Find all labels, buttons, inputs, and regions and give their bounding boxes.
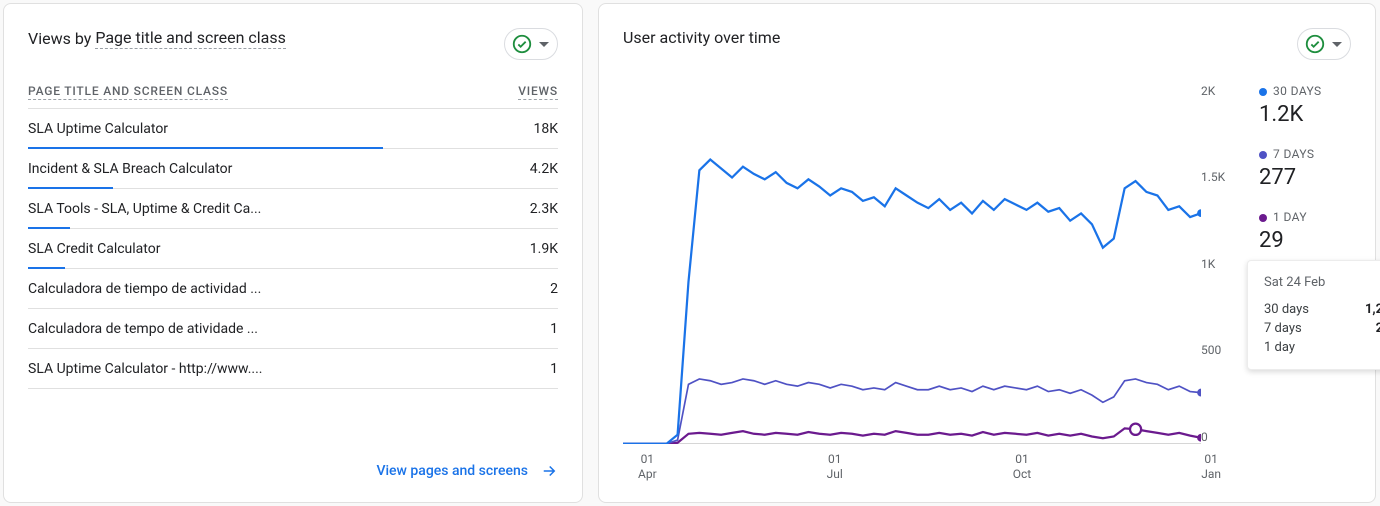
chart-end-dot xyxy=(1197,389,1201,397)
arrow-right-icon xyxy=(540,462,558,480)
table-row[interactable]: SLA Uptime Calculator - http://www.... 1 xyxy=(28,349,558,389)
activity-card-header: User activity over time xyxy=(623,28,1351,60)
x-tick: 01Oct xyxy=(1013,452,1031,483)
table-row[interactable]: Calculadora de tempo de atividade ... 1 xyxy=(28,309,558,349)
row-label: SLA Uptime Calculator - http://www.... xyxy=(28,361,263,377)
y-tick: 2K xyxy=(1201,84,1241,98)
row-label: SLA Tools - SLA, Uptime & Credit Ca... xyxy=(28,201,261,217)
x-tick: 01Jan xyxy=(1201,452,1221,483)
view-pages-link[interactable]: View pages and screens xyxy=(376,462,558,480)
card-controls xyxy=(1297,28,1351,60)
chart-end-dot xyxy=(1197,434,1201,442)
table-row[interactable]: SLA Uptime Calculator 18K xyxy=(28,109,558,149)
activity-title-text: User activity over time xyxy=(623,28,780,47)
table-row[interactable]: SLA Credit Calculator 1.9K xyxy=(28,229,558,269)
line-chart-svg xyxy=(623,84,1201,444)
col-label-metric[interactable]: VIEWS xyxy=(518,84,558,100)
y-tick: 500 xyxy=(1201,343,1241,357)
legend-label: 1 DAY xyxy=(1273,210,1307,224)
legend-value: 277 xyxy=(1259,165,1351,190)
row-label: Calculadora de tempo de atividade ... xyxy=(28,321,258,337)
x-tick: 01Apr xyxy=(638,452,657,483)
chevron-down-icon xyxy=(1332,42,1342,47)
title-dimension[interactable]: Page title and screen class xyxy=(95,28,286,49)
table-row[interactable]: Incident & SLA Breach Calculator 4.2K xyxy=(28,149,558,189)
legend-label: 7 DAYS xyxy=(1273,147,1314,161)
chart-area[interactable]: 2K 1.5K 1K 500 0 01Apr 01Jul 01Oct 01Jan xyxy=(623,84,1241,483)
row-label: SLA Credit Calculator xyxy=(28,241,160,257)
chart-end-dot xyxy=(1197,209,1201,217)
legend-value: 1.2K xyxy=(1259,102,1351,127)
table-row[interactable]: SLA Tools - SLA, Uptime & Credit Ca... 2.… xyxy=(28,189,558,229)
row-views: 1.9K xyxy=(530,241,558,257)
y-tick: 0 xyxy=(1201,430,1241,444)
chevron-down-icon xyxy=(539,42,549,47)
title-metric: Views xyxy=(28,29,71,48)
row-views: 1 xyxy=(550,321,558,337)
row-label: Incident & SLA Breach Calculator xyxy=(28,161,232,177)
verify-dropdown[interactable] xyxy=(504,28,558,60)
legend-item[interactable]: 1 DAY 29 xyxy=(1259,210,1351,253)
row-views: 4.2K xyxy=(530,161,558,177)
title-by: by xyxy=(75,29,91,48)
check-circle-icon xyxy=(1304,33,1326,55)
legend-label: 30 DAYS xyxy=(1273,84,1322,98)
chart-svg-box xyxy=(623,84,1201,444)
activity-card-title: User activity over time xyxy=(623,28,780,47)
views-card: Views by Page title and screen class PAG… xyxy=(3,3,583,503)
row-views: 2.3K xyxy=(530,201,558,217)
view-pages-label: View pages and screens xyxy=(376,463,528,479)
tooltip-row: 7 days284 xyxy=(1264,321,1380,336)
chart-series-line xyxy=(623,160,1201,444)
tooltip-row: 30 days1,282 xyxy=(1264,302,1380,317)
table-row[interactable]: Calculadora de tiempo de actividad ... 2 xyxy=(28,269,558,309)
x-tick: 01Jul xyxy=(827,452,843,483)
chart-tooltip: Sat 24 Feb 30 days1,282 7 days284 1 day33 xyxy=(1247,260,1380,370)
views-card-header: Views by Page title and screen class xyxy=(28,28,558,60)
y-tick: 1K xyxy=(1201,257,1241,271)
legend-item[interactable]: 30 DAYS 1.2K xyxy=(1259,84,1351,127)
row-label: SLA Uptime Calculator xyxy=(28,121,168,137)
card-controls xyxy=(504,28,558,60)
legend-value: 29 xyxy=(1259,228,1351,253)
chart-series-line xyxy=(623,428,1201,443)
row-views: 2 xyxy=(550,281,558,297)
check-circle-icon xyxy=(511,33,533,55)
row-views: 1 xyxy=(550,361,558,377)
tooltip-row: 1 day33 xyxy=(1264,340,1380,355)
chart-wrap: 2K 1.5K 1K 500 0 01Apr 01Jul 01Oct 01Jan 30 DAY… xyxy=(623,84,1351,483)
y-axis: 2K 1.5K 1K 500 0 xyxy=(1201,84,1241,444)
legend-item[interactable]: 7 DAYS 277 xyxy=(1259,147,1351,190)
tooltip-date: Sat 24 Feb xyxy=(1264,275,1380,290)
table-body: SLA Uptime Calculator 18K Incident & SLA B… xyxy=(28,109,558,389)
x-axis: 01Apr 01Jul 01Oct 01Jan xyxy=(623,452,1241,483)
y-tick: 1.5K xyxy=(1201,170,1241,184)
views-card-title: Views by Page title and screen class xyxy=(28,28,286,49)
activity-card: User activity over time 2K 1.5K 1K 500 0 01A… xyxy=(598,3,1376,503)
table-header-row: PAGE TITLE AND SCREEN CLASS VIEWS xyxy=(28,84,558,109)
verify-dropdown[interactable] xyxy=(1297,28,1351,60)
col-label-dim[interactable]: PAGE TITLE AND SCREEN CLASS xyxy=(28,84,228,100)
chart-hover-marker xyxy=(1130,424,1141,435)
row-label: Calculadora de tiempo de actividad ... xyxy=(28,281,261,297)
row-views: 18K xyxy=(533,121,558,137)
